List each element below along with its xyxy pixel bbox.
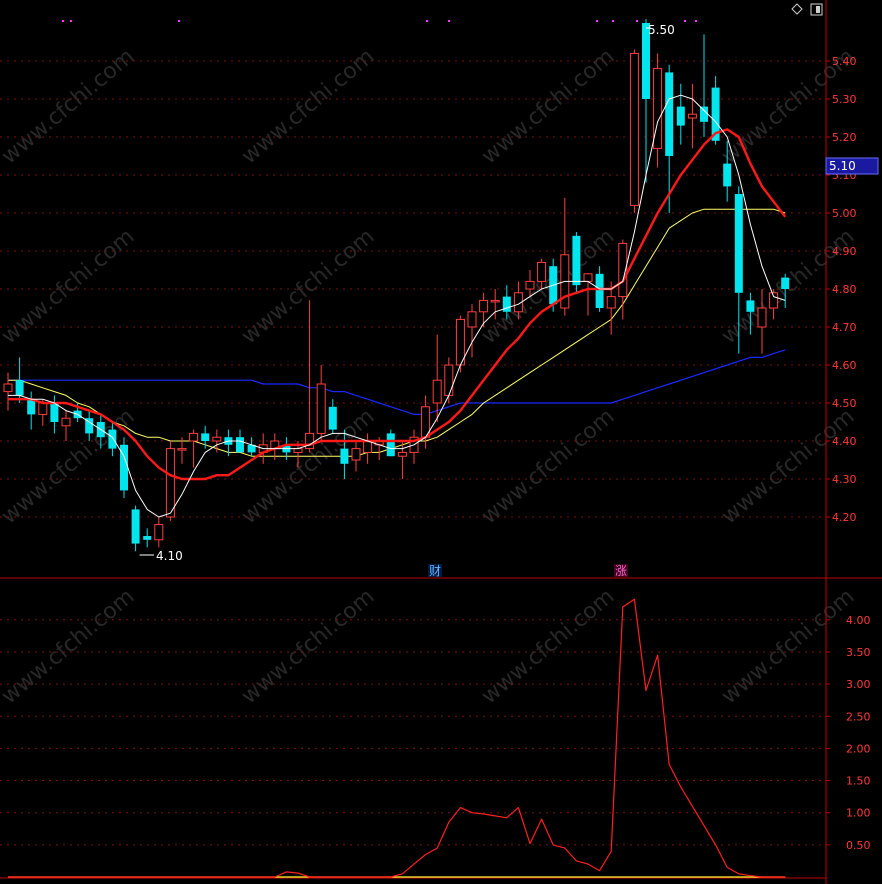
candle-body — [15, 380, 24, 396]
price-tick-label: 4.80 — [832, 283, 857, 296]
indicator-tick-label: 0.50 — [846, 839, 871, 852]
price-tick-label: 5.40 — [832, 55, 857, 68]
candle-body — [769, 292, 779, 309]
candle-body — [583, 273, 593, 282]
marker-cai-text: 财 — [429, 564, 441, 578]
price-tick-label: 4.20 — [832, 511, 857, 524]
candle-body — [143, 536, 152, 540]
top-event-dot — [62, 20, 64, 22]
candle-body — [432, 379, 442, 404]
candle-body — [165, 448, 175, 518]
top-event-dot — [636, 20, 638, 22]
indicator-tick-label: 3.00 — [846, 678, 871, 691]
candle-down[interactable] — [572, 232, 581, 293]
top-event-dot — [448, 20, 450, 22]
top-event-dot — [695, 20, 697, 22]
candle-body — [316, 383, 326, 434]
candle-body — [781, 277, 790, 289]
indicator-tick-label: 4.00 — [846, 614, 871, 627]
price-tick-label: 4.90 — [832, 245, 857, 258]
candle-body — [397, 451, 407, 457]
candle-body — [340, 448, 349, 464]
candle-body — [629, 52, 639, 206]
candle-body — [757, 307, 767, 328]
candle-body — [606, 296, 616, 309]
price-tick-label: 4.70 — [832, 321, 857, 334]
candle-body — [572, 235, 581, 286]
candle-body — [351, 448, 361, 461]
candle-body — [700, 106, 708, 122]
candle-body — [108, 429, 117, 449]
indicator-tick-label: 1.00 — [846, 807, 871, 820]
candle-body — [502, 296, 511, 312]
candle-down[interactable] — [386, 429, 395, 457]
candle-body — [676, 106, 685, 126]
top-event-dot — [426, 20, 428, 22]
candle-body — [386, 433, 395, 457]
price-tick-label: 4.30 — [832, 473, 857, 486]
candle-body — [525, 280, 535, 290]
price-tick-label: 5.20 — [832, 131, 857, 144]
top-event-dot — [596, 20, 598, 22]
marker-cai[interactable]: 财 — [428, 564, 442, 578]
candle-body — [27, 399, 36, 415]
price-tick-label: 4.60 — [832, 359, 857, 372]
candle-body — [61, 417, 71, 427]
candle-body — [455, 318, 465, 366]
candle-body — [293, 448, 303, 453]
candle-body — [177, 448, 187, 451]
indicator-tick-label: 3.50 — [846, 646, 871, 659]
price-tick-label: 4.50 — [832, 397, 857, 410]
candle-body — [723, 163, 732, 187]
price-tick-label: 5.30 — [832, 93, 857, 106]
indicator-tick-label: 1.50 — [846, 775, 871, 788]
top-event-dot — [684, 20, 686, 22]
candle-body — [3, 383, 13, 393]
candle-body — [665, 72, 674, 156]
candle-body — [479, 299, 489, 313]
candle-body — [734, 194, 743, 293]
candle-body — [38, 402, 48, 415]
marker-zhang-text: 涨 — [615, 563, 627, 578]
candle-body — [154, 524, 164, 541]
candle-body — [537, 261, 547, 282]
candle-body — [212, 436, 222, 442]
stock-chart[interactable]: www.cfchi.com www.cfchi.com www.cfchi.com w… — [0, 0, 882, 884]
candle-body — [363, 440, 373, 453]
candle-body — [595, 273, 604, 308]
candle-body — [490, 299, 500, 303]
current-price-tag-text: 5.10 — [829, 159, 856, 173]
indicator-tick-label: 2.00 — [846, 742, 871, 755]
top-event-dot — [70, 20, 72, 22]
top-event-dot — [178, 20, 180, 22]
candle-body — [328, 406, 337, 430]
candle-body — [131, 509, 140, 544]
low-price-annotation: 4.10 — [156, 549, 183, 563]
current-price-tag: 5.10 — [825, 157, 879, 175]
candle-up[interactable] — [629, 49, 639, 213]
candle-body — [467, 311, 477, 328]
top-event-dot — [612, 20, 614, 22]
candle-body — [305, 432, 315, 450]
price-tick-label: 4.40 — [832, 435, 857, 448]
candle-body — [201, 433, 210, 441]
candle-body — [236, 437, 244, 453]
candle-body — [444, 364, 454, 396]
candle-body — [50, 403, 59, 422]
high-price-annotation: 5.50 — [648, 23, 675, 37]
price-tick-label: 5.00 — [832, 207, 857, 220]
candle-body — [189, 432, 199, 442]
marker-zhang[interactable]: 涨 — [614, 563, 628, 578]
indicator-tick-label: 2.50 — [846, 710, 871, 723]
candle-body — [687, 113, 697, 119]
candle-down[interactable] — [120, 437, 128, 498]
candle-body — [746, 300, 755, 312]
